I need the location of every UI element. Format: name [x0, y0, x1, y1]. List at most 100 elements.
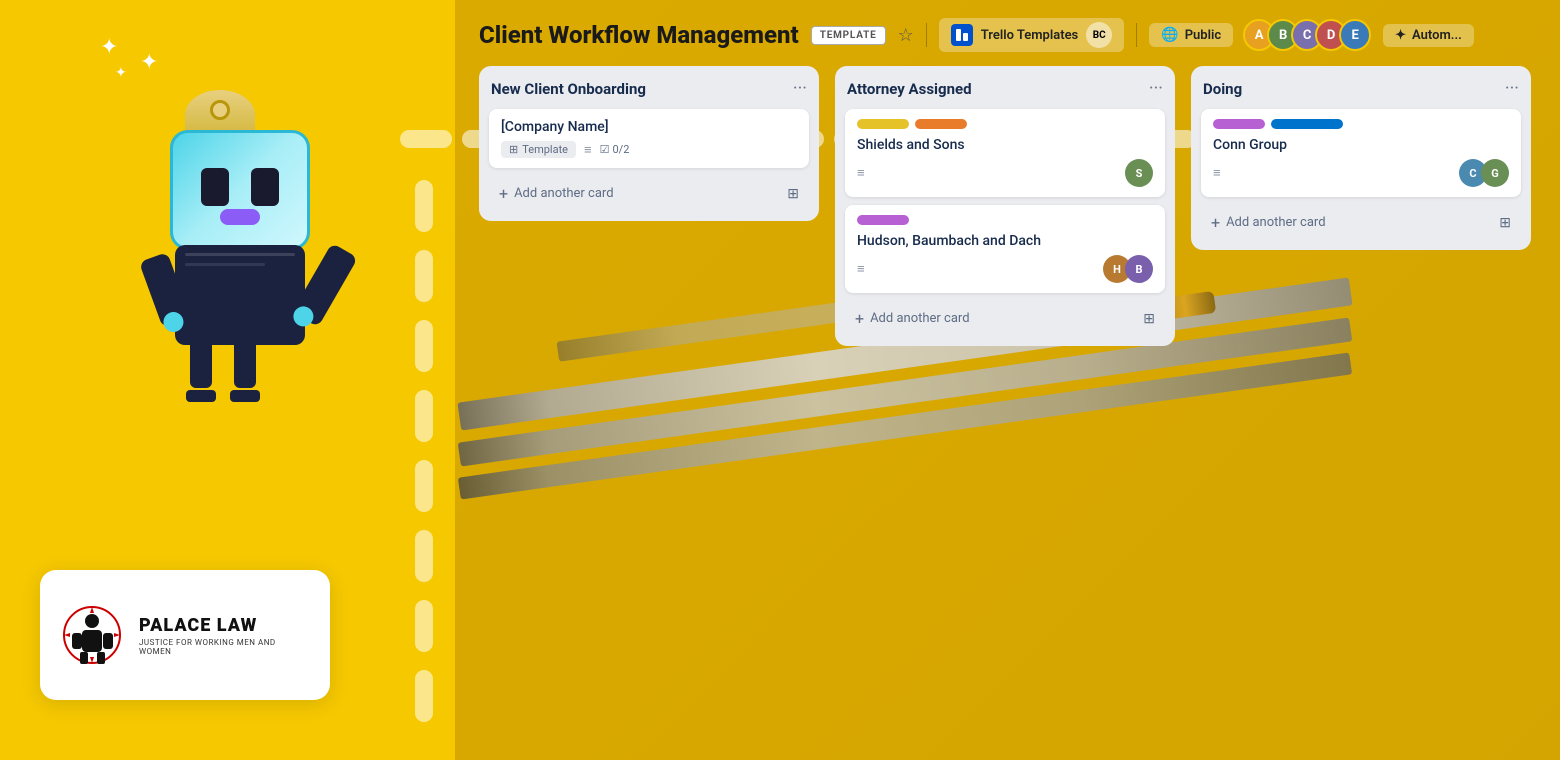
add-card-button-1[interactable]: + Add another card ⊞: [489, 176, 809, 211]
palace-law-card: PALACE LAW JUSTICE FOR WORKING MEN AND W…: [40, 570, 330, 700]
card-template-icon-2: ⊞: [1143, 311, 1155, 327]
column-header-2: Attorney Assigned ···: [845, 78, 1165, 99]
label-yellow: [857, 119, 909, 129]
card-conn-group[interactable]: Conn Group ≡ C G: [1201, 109, 1521, 197]
sparkle-icon: ✦: [1395, 28, 1406, 43]
label-purple: [857, 215, 909, 225]
trello-logo: [956, 29, 968, 41]
card-meta-1: ⊞ Template ≡ ☑ 0/2: [501, 141, 797, 158]
robot-head: [170, 130, 310, 250]
card-labels-shields: [857, 119, 1153, 129]
visibility-badge[interactable]: 🌐 Public: [1149, 23, 1233, 47]
workspace-name: Trello Templates: [981, 28, 1079, 43]
card-title-shields: Shields and Sons: [857, 137, 1153, 153]
robot-foot-left: [186, 390, 216, 402]
card-template-icon-1: ⊞: [787, 186, 799, 202]
card-footer-conn: ≡ C G: [1213, 159, 1509, 187]
card-template-icon-3: ⊞: [1499, 215, 1511, 231]
plus-icon-3: +: [1211, 213, 1220, 232]
robot-torso: [175, 245, 305, 345]
trello-bar-right: [963, 33, 968, 41]
visibility-label: Public: [1185, 28, 1221, 43]
star-icon[interactable]: ☆: [898, 25, 914, 46]
robot-eye-left: [201, 168, 229, 206]
column-title-1: New Client Onboarding: [491, 80, 646, 98]
label-orange: [915, 119, 967, 129]
robot-legs: [190, 338, 260, 402]
sparkle-icon: ✦: [115, 65, 127, 81]
column-header-1: New Client Onboarding ···: [489, 78, 809, 99]
robot-eye-right: [251, 168, 279, 206]
card-labels-conn: [1213, 119, 1509, 129]
card-company-name[interactable]: [Company Name] ⊞ Template ≡ ☑ 0/2: [489, 109, 809, 168]
workspace-initials: BC: [1086, 22, 1112, 48]
globe-icon: 🌐: [1161, 27, 1178, 43]
desc-icon-hudson: ≡: [857, 261, 865, 277]
robot-foot-right: [230, 390, 260, 402]
palace-text-group: PALACE LAW JUSTICE FOR WORKING MEN AND W…: [139, 615, 310, 656]
board-title: Client Workflow Management: [479, 21, 799, 49]
robot-body-group: [150, 70, 330, 350]
card-avatars-hudson: H B: [1107, 255, 1153, 283]
add-card-left-1: + Add another card: [499, 184, 614, 203]
workspace-badge[interactable]: Trello Templates BC: [939, 18, 1125, 52]
card-shields-and-sons[interactable]: Shields and Sons ≡ S: [845, 109, 1165, 197]
trello-icon: [951, 24, 973, 46]
checklist-meta-1: ☑ 0/2: [600, 143, 630, 156]
template-chip-label: Template: [522, 143, 568, 156]
card-title-conn: Conn Group: [1213, 137, 1509, 153]
add-card-label-3: Add another card: [1226, 215, 1325, 230]
hat-ball: [210, 100, 230, 120]
column-title-3: Doing: [1203, 80, 1242, 98]
card-footer-shields: ≡ S: [857, 159, 1153, 187]
add-card-button-2[interactable]: + Add another card ⊞: [845, 301, 1165, 336]
card-footer-hudson: ≡ H B: [857, 255, 1153, 283]
label-blue-conn: [1271, 119, 1343, 129]
board-columns: New Client Onboarding ··· [Company Name]…: [455, 66, 1560, 346]
card-labels-hudson: [857, 215, 1153, 225]
card-avatar-shields-1: S: [1125, 159, 1153, 187]
palace-logo: [60, 603, 125, 668]
card-avatar-hudson-2: B: [1125, 255, 1153, 283]
avatar-5[interactable]: E: [1339, 19, 1371, 51]
palace-name: PALACE LAW: [139, 615, 310, 636]
card-title-hudson: Hudson, Baumbach and Dach: [857, 233, 1153, 249]
template-chip-icon: ⊞: [509, 143, 518, 156]
column-title-2: Attorney Assigned: [847, 80, 972, 98]
robot-leg-left: [190, 338, 212, 388]
card-avatars-conn: C G: [1463, 159, 1509, 187]
member-avatars: A B C D E: [1251, 19, 1371, 51]
add-card-button-3[interactable]: + Add another card ⊞: [1201, 205, 1521, 240]
sparkle-icon: ✦: [100, 35, 118, 60]
template-chip: ⊞ Template: [501, 141, 576, 158]
check-count-1: 0/2: [612, 143, 629, 156]
column-menu-icon-1[interactable]: ···: [793, 78, 807, 99]
mascot-illustration: ✦ ✦ ✦: [30, 30, 400, 510]
palace-subtitle: JUSTICE FOR WORKING MEN AND WOMEN: [139, 638, 310, 656]
automation-button[interactable]: ✦ Autom...: [1383, 24, 1474, 47]
label-purple-conn: [1213, 119, 1265, 129]
add-card-label-2: Add another card: [870, 311, 969, 326]
card-avatars-shields: S: [1129, 159, 1153, 187]
column-new-client-onboarding: New Client Onboarding ··· [Company Name]…: [479, 66, 819, 221]
trello-bar-left: [956, 29, 961, 41]
template-badge: TEMPLATE: [811, 26, 886, 45]
column-header-3: Doing ···: [1201, 78, 1521, 99]
check-icon: ☑: [600, 143, 610, 156]
robot-leg-right: [234, 338, 256, 388]
column-menu-icon-2[interactable]: ···: [1149, 78, 1163, 99]
card-title-1: [Company Name]: [501, 119, 797, 135]
decorative-left-pills: [415, 150, 433, 760]
plus-icon-2: +: [855, 309, 864, 328]
desc-icon-shields: ≡: [857, 165, 865, 181]
column-doing: Doing ··· Conn Group ≡ C G: [1191, 66, 1531, 250]
board-header: Client Workflow Management TEMPLATE ☆ Tr…: [455, 0, 1560, 66]
robot-mouth: [220, 209, 260, 225]
column-menu-icon-3[interactable]: ···: [1505, 78, 1519, 99]
automation-label: Autom...: [1412, 28, 1462, 43]
column-attorney-assigned: Attorney Assigned ··· Shields and Sons ≡…: [835, 66, 1175, 346]
card-avatar-conn-2: G: [1481, 159, 1509, 187]
add-card-left-3: + Add another card: [1211, 213, 1326, 232]
card-hudson-baumbach[interactable]: Hudson, Baumbach and Dach ≡ H B: [845, 205, 1165, 293]
add-card-left-2: + Add another card: [855, 309, 970, 328]
